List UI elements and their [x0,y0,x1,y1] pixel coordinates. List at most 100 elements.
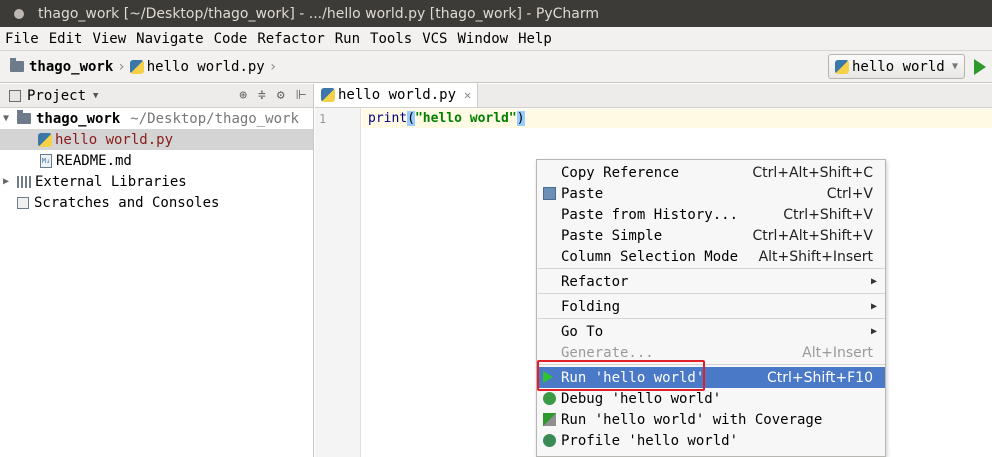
python-file-icon [38,132,52,147]
menu-item-paste[interactable]: Paste Ctrl+V [538,183,885,204]
code-line[interactable]: print("hello world") [368,111,525,126]
menu-item-profile[interactable]: Profile 'hello world' [538,430,885,451]
menu-item-shortcut: Ctrl+V [826,185,873,202]
line-number: 1 [319,112,327,126]
run-icon[interactable] [974,59,986,75]
tree-item-external-libraries[interactable]: ▶ External Libraries [0,171,313,192]
tree-item-root[interactable]: ▼ thago_work ~/Desktop/thago_work [0,108,313,129]
project-panel-header: Project ▼ ⊕ ≑ ⚙ ⊩ [0,84,313,108]
chevron-down-icon: ▼ [951,61,958,72]
code-function: print [368,111,408,126]
tree-item-label: Scratches and Consoles [34,194,220,211]
window-title-bar: thago_work [~/Desktop/thago_work] - .../… [0,0,992,27]
menu-item-paste-from-history[interactable]: Paste from History... Ctrl+Shift+V [538,204,885,225]
profile-icon [543,434,556,447]
menu-item-column-selection-mode[interactable]: Column Selection Mode Alt+Shift+Insert [538,246,885,267]
menu-window[interactable]: Window [453,31,514,47]
breadcrumb-separator-icon: › [268,58,278,75]
coverage-icon [543,413,556,426]
collapsed-arrow-icon[interactable]: ▶ [3,176,13,187]
menu-item-folding[interactable]: Folding ▶ [538,296,885,317]
menu-item-run-with-coverage[interactable]: Run 'hello world' with Coverage [538,409,885,430]
tree-item-label: hello world.py [55,131,174,148]
context-menu: Copy Reference Ctrl+Alt+Shift+C Paste Ct… [536,159,886,457]
menu-code[interactable]: Code [209,31,253,47]
menu-refactor[interactable]: Refactor [252,31,329,47]
debug-icon [543,392,556,405]
submenu-arrow-icon: ▶ [870,301,877,312]
menu-item-label: Column Selection Mode [561,248,739,265]
menu-item-label: Go To [561,323,604,340]
menu-edit[interactable]: Edit [44,31,88,47]
line-number-gutter [315,108,361,457]
breadcrumb: thago_work › hello world.py › [10,58,281,75]
window-title: thago_work [~/Desktop/thago_work] - .../… [38,5,599,22]
code-paren-close: ) [516,111,525,126]
tree-item-hello-world[interactable]: hello world.py [0,129,313,150]
editor-tab-bar: hello world.py ✕ [315,83,992,108]
menu-vcs[interactable]: VCS [417,31,452,47]
breadcrumb-separator-icon: › [117,58,126,75]
collapse-icon[interactable]: ≑ [258,88,266,103]
run-configuration-label: hello world [852,58,945,75]
scratches-icon [17,196,29,209]
project-panel-toolbar: ⊕ ≑ ⚙ ⊩ [239,88,307,103]
annotation-highlight-box [537,360,705,391]
menu-separator [538,318,885,319]
menu-item-paste-simple[interactable]: Paste Simple Ctrl+Alt+Shift+V [538,225,885,246]
menu-item-shortcut: Ctrl+Shift+V [783,206,873,223]
menu-item-refactor[interactable]: Refactor ▶ [538,271,885,292]
menu-navigate[interactable]: Navigate [131,31,208,47]
menu-item-shortcut: Ctrl+Alt+Shift+C [752,164,873,181]
tree-root-path: ~/Desktop/thago_work [130,110,299,127]
chevron-down-icon[interactable]: ▼ [93,91,98,101]
menu-item-label: Paste [561,185,604,202]
menu-separator [538,293,885,294]
project-view-icon [9,89,21,102]
close-icon[interactable]: ✕ [464,88,471,102]
menu-item-shortcut: Ctrl+Alt+Shift+V [752,227,873,244]
editor-tab-hello-world[interactable]: hello world.py ✕ [315,83,479,107]
menu-item-shortcut: Alt+Shift+Insert [758,248,873,265]
locate-icon[interactable]: ⊕ [239,88,247,103]
breadcrumb-file[interactable]: hello world.py [147,59,265,75]
menu-help[interactable]: Help [513,31,557,47]
window-menu-icon[interactable] [14,8,24,19]
menu-item-label: Run 'hello world' with Coverage [561,411,823,428]
menu-run[interactable]: Run [330,31,365,47]
code-string: "hello world" [414,111,517,126]
menu-item-label: Refactor [561,273,629,290]
project-panel-title[interactable]: Project [27,88,86,104]
menu-item-go-to[interactable]: Go To ▶ [538,321,885,342]
expanded-arrow-icon[interactable]: ▼ [3,113,13,124]
hide-icon[interactable]: ⊩ [296,88,307,103]
menu-item-shortcut: Alt+Insert [802,344,873,361]
menu-item-copy-reference[interactable]: Copy Reference Ctrl+Alt+Shift+C [538,162,885,183]
tree-root-name: thago_work [36,110,121,127]
menu-tools[interactable]: Tools [365,31,417,47]
markdown-file-icon: M↓ [40,153,52,168]
python-file-icon [835,59,849,74]
menu-view[interactable]: View [87,31,131,47]
menu-item-label: Paste Simple [561,227,663,244]
menu-item-label: Profile 'hello world' [561,432,739,449]
submenu-arrow-icon: ▶ [870,326,877,337]
menu-item-debug[interactable]: Debug 'hello world' [538,388,885,409]
menu-file[interactable]: File [0,31,44,47]
folder-icon [17,110,31,124]
menu-item-shortcut: Ctrl+Shift+F10 [766,369,873,386]
navigation-bar: thago_work › hello world.py › hello worl… [0,51,992,83]
breadcrumb-project[interactable]: thago_work [29,59,113,75]
tree-item-scratches[interactable]: Scratches and Consoles [0,192,313,213]
run-configuration-select[interactable]: hello world ▼ [828,54,965,79]
submenu-arrow-icon: ▶ [870,276,877,287]
gear-icon[interactable]: ⚙ [277,88,285,103]
code-paren-open: ( [407,111,415,126]
folder-icon [10,58,24,72]
library-icon [17,175,31,188]
tree-item-readme[interactable]: M↓ README.md [0,150,313,171]
paste-icon [543,187,556,200]
menu-separator [538,268,885,269]
menu-item-label: Copy Reference [561,164,680,181]
python-file-icon [129,59,144,74]
